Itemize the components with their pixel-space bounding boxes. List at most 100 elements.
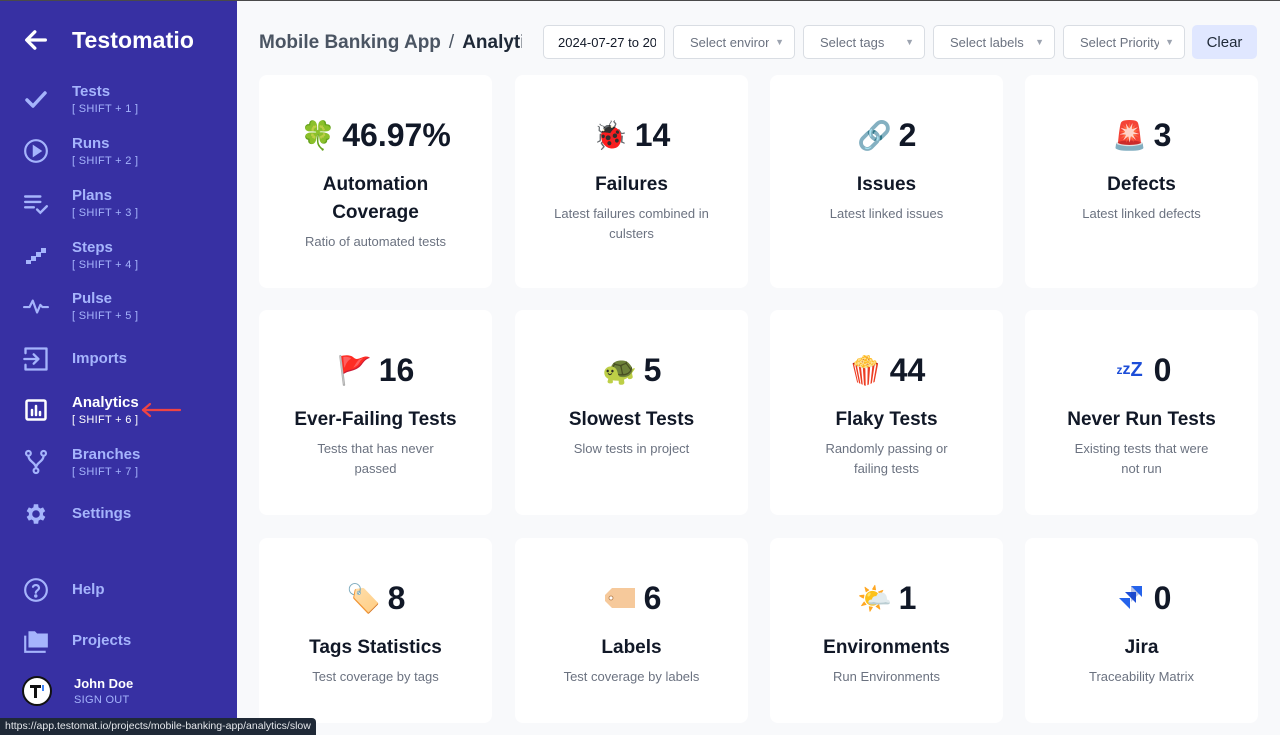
app-title: Testomatio [72, 26, 194, 53]
card-value: 2 [898, 116, 917, 153]
priority-select[interactable]: Select Priority ▼ [1063, 25, 1185, 59]
card-value: 14 [634, 116, 671, 153]
card-description: Slow tests in project [573, 441, 690, 456]
sun-behind-cloud-icon: 🌤️ [857, 582, 893, 614]
card-description: Test coverage by tags [312, 669, 439, 684]
card-value: 16 [378, 351, 415, 388]
card-description: Test coverage by labels [563, 669, 700, 684]
sidebar-item-analytics[interactable]: Analytics [ SHIFT + 6 ] [22, 394, 139, 426]
list-check-icon [22, 189, 50, 217]
sidebar-item-shortcut: [ SHIFT + 7 ] [72, 466, 139, 478]
card-title: Jira [1124, 637, 1159, 658]
brand: Testomatio [22, 26, 194, 54]
card-title: Never Run Tests [1067, 409, 1216, 430]
card-description: Latest linked issues [829, 206, 944, 221]
sidebar-item-settings[interactable]: Settings [22, 500, 131, 528]
card-title: Labels [601, 637, 662, 658]
card-failures[interactable]: 🐞 14 Failures Latest failures combined in… [515, 75, 748, 288]
import-icon [22, 345, 50, 373]
play-circle-icon [22, 137, 50, 165]
sidebar-item-shortcut: [ SHIFT + 2 ] [72, 155, 139, 167]
sidebar-item-label: Help [72, 581, 105, 598]
bar-chart-icon [22, 396, 50, 424]
sidebar-item-projects[interactable]: Projects [22, 627, 131, 655]
jira-icon [1112, 580, 1148, 616]
branch-icon [22, 448, 50, 476]
sidebar-item-help[interactable]: Help [22, 576, 105, 604]
siren-icon: 🚨 [1112, 119, 1148, 151]
user-profile: John Doe SIGN OUT [22, 676, 133, 706]
card-description: Traceability Matrix [1089, 669, 1194, 684]
caret-down-icon: ▼ [905, 37, 914, 47]
stairs-icon [22, 241, 50, 269]
card-value: 0 [1153, 579, 1172, 616]
card-value: 6 [643, 579, 662, 616]
sidebar-item-tests[interactable]: Tests [ SHIFT + 1 ] [22, 83, 138, 115]
link-icon: 🔗 [857, 119, 893, 151]
date-range-input[interactable]: 2024-07-27 to 2024-08-26 [543, 25, 665, 59]
red-flag-icon: 🚩 [337, 354, 373, 386]
card-never-run-tests[interactable]: zzZ 0 Never Run Tests Existing tests that… [1025, 310, 1258, 515]
card-value: 5 [643, 351, 662, 388]
sidebar-item-shortcut: [ SHIFT + 6 ] [72, 414, 139, 426]
sidebar-item-label: Runs [72, 135, 110, 152]
sidebar-item-shortcut: [ SHIFT + 4 ] [72, 259, 139, 271]
card-tags-statistics[interactable]: 🏷️ 8 Tags Statistics Test coverage by tag… [259, 538, 492, 723]
breadcrumb-page: Analytics [462, 32, 522, 53]
folders-icon [22, 627, 50, 655]
card-environments[interactable]: 🌤️ 1 Environments Run Environments [770, 538, 1003, 723]
sidebar-item-shortcut: [ SHIFT + 1 ] [72, 103, 139, 115]
sidebar-item-pulse[interactable]: Pulse [ SHIFT + 5 ] [22, 290, 138, 322]
ladybug-icon: 🐞 [593, 119, 629, 151]
tags-select[interactable]: Select tags ▼ [803, 25, 925, 59]
card-defects[interactable]: 🚨 3 Defects Latest linked defects [1025, 75, 1258, 288]
card-title: Automation Coverage [322, 174, 429, 223]
sign-out-link[interactable]: SIGN OUT [74, 694, 133, 706]
card-title: Defects [1107, 174, 1176, 195]
card-title: Issues [856, 174, 917, 195]
sidebar-item-imports[interactable]: Imports [22, 345, 127, 373]
card-jira[interactable]: 0 Jira Traceability Matrix [1025, 538, 1258, 723]
labels-placeholder: Select labels [950, 34, 1024, 50]
card-value: 44 [889, 351, 926, 388]
tag-icon: 🏷️ [346, 582, 382, 614]
avatar[interactable] [22, 676, 52, 706]
sidebar-item-runs[interactable]: Runs [ SHIFT + 2 ] [22, 135, 138, 167]
sidebar: Testomatio Tests [ SHIFT + 1 ] Runs [ SH… [0, 0, 237, 735]
status-bar-url: https://app.testomat.io/projects/mobile-… [0, 718, 316, 735]
card-flaky-tests[interactable]: 🍿 44 Flaky Tests Randomly passing or fail… [770, 310, 1003, 515]
sidebar-item-steps[interactable]: Steps [ SHIFT + 4 ] [22, 239, 138, 271]
date-range-value: 2024-07-27 to 2024-08-26 [558, 34, 656, 50]
card-value: 46.97% [342, 116, 451, 153]
environment-select[interactable]: Select environment ▼ [673, 25, 795, 59]
breadcrumb-project[interactable]: Mobile Banking App [259, 32, 441, 53]
card-description: Latest linked defects [1082, 206, 1201, 221]
card-description: Tests that has never passed [317, 441, 434, 476]
gear-icon [22, 500, 50, 528]
sidebar-item-label: Branches [72, 446, 141, 463]
tags-placeholder: Select tags [820, 34, 885, 50]
sidebar-item-label: Settings [72, 505, 132, 522]
sidebar-item-branches[interactable]: Branches [ SHIFT + 7 ] [22, 446, 140, 478]
arrow-left-icon[interactable] [22, 26, 50, 54]
priority-placeholder: Select Priority [1080, 34, 1160, 50]
sidebar-item-label: Analytics [72, 394, 139, 411]
sidebar-item-shortcut: [ SHIFT + 3 ] [72, 207, 139, 219]
card-slowest-tests[interactable]: 🐢 5 Slowest Tests Slow tests in project [515, 310, 748, 515]
sidebar-item-plans[interactable]: Plans [ SHIFT + 3 ] [22, 187, 138, 219]
pulse-icon [22, 292, 50, 320]
card-ever-failing-tests[interactable]: 🚩 16 Ever-Failing Tests Tests that has ne… [259, 310, 492, 515]
clear-button[interactable]: Clear [1192, 25, 1257, 59]
card-issues[interactable]: 🔗 2 Issues Latest linked issues [770, 75, 1003, 288]
sidebar-item-shortcut: [ SHIFT + 5 ] [72, 310, 139, 322]
card-title: Ever-Failing Tests [294, 409, 457, 430]
card-description: Ratio of automated tests [305, 234, 446, 249]
zzz-icon: zzZ [1116, 358, 1143, 381]
check-icon [22, 85, 50, 113]
labels-select[interactable]: Select labels ▼ [933, 25, 1055, 59]
sidebar-item-label: Pulse [72, 290, 113, 307]
card-labels[interactable]: 6 Labels Test coverage by labels [515, 538, 748, 723]
card-value: 3 [1153, 116, 1172, 153]
card-automation-coverage[interactable]: 🍀 46.97% Automation Coverage Ratio of aut… [259, 75, 492, 288]
card-title: Environments [823, 637, 950, 658]
